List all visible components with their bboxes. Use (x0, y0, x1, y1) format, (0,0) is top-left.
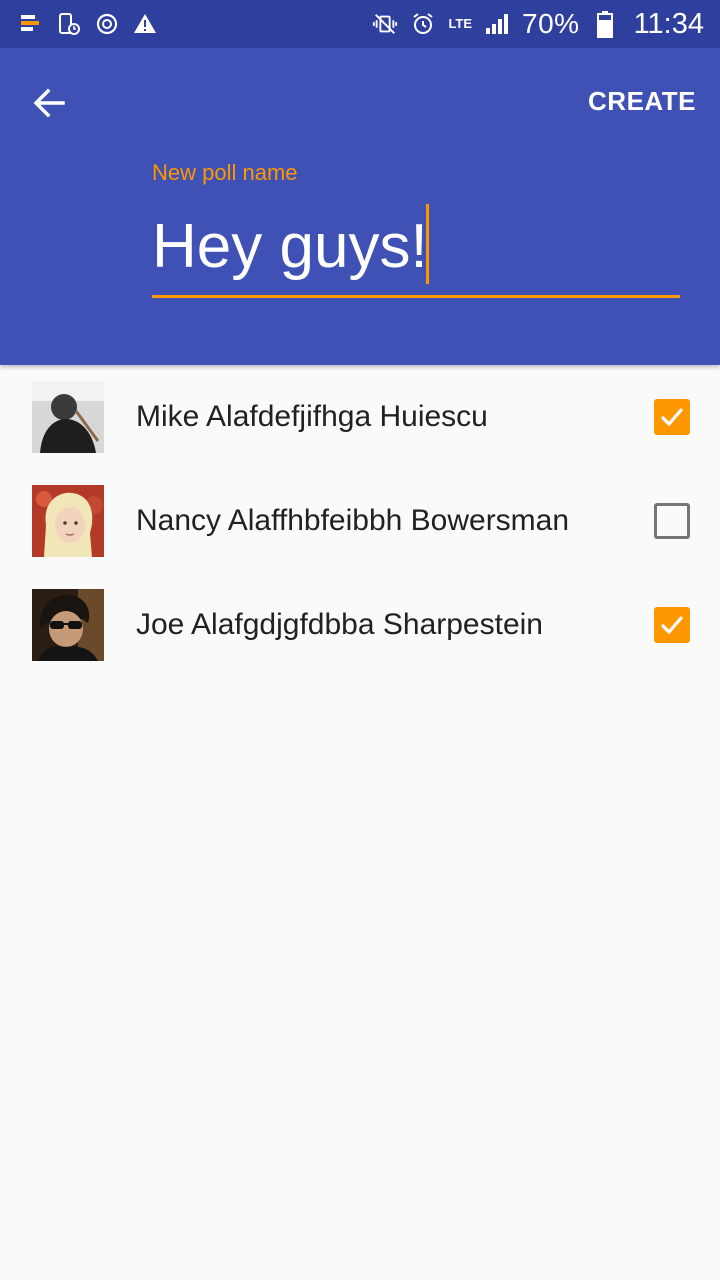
signal-icon (484, 11, 510, 37)
clock: 11:34 (633, 7, 704, 40)
contact-row-nancy[interactable]: Nancy Alaffhbfeibbh Bowersman (0, 469, 720, 573)
avatar (32, 589, 104, 661)
app-bar: CREATE New poll name (0, 48, 720, 365)
status-bar-left (18, 11, 158, 37)
status-bar: LTE 70% 11:34 (0, 0, 720, 48)
avatar (32, 381, 104, 453)
create-button[interactable]: CREATE (588, 86, 696, 117)
contact-list: Mike Alafdefjifhga Huiescu Nancy Alaffhb… (0, 365, 720, 677)
contact-checkbox[interactable] (654, 607, 690, 643)
contact-checkbox[interactable] (654, 503, 690, 539)
contact-row-mike[interactable]: Mike Alafdefjifhga Huiescu (0, 365, 720, 469)
alarm-icon (410, 11, 436, 37)
contact-name: Nancy Alaffhbfeibbh Bowersman (136, 504, 570, 537)
vibrate-mute-icon (372, 11, 398, 37)
contact-name: Mike Alafdefjifhga Huiescu (136, 400, 488, 433)
back-button[interactable] (22, 78, 76, 132)
battery-percent: 70% (522, 8, 580, 39)
poll-name-label: New poll name (152, 160, 298, 185)
warning-icon (132, 11, 158, 37)
status-bar-right: LTE 70% 11:34 (372, 8, 704, 41)
poll-name-input[interactable] (152, 198, 680, 294)
contact-name: Joe Alafgdjgfdbba Sharpestein (136, 608, 543, 641)
poll-name-field (152, 198, 680, 298)
lte-indicator: LTE (448, 16, 473, 31)
sync-icon (94, 11, 120, 37)
screen-timer-icon (56, 11, 82, 37)
arrow-left-icon (31, 85, 67, 126)
contact-checkbox[interactable] (654, 399, 690, 435)
contact-row-joe[interactable]: Joe Alafgdjgfdbba Sharpestein (0, 573, 720, 677)
text-cursor (426, 204, 429, 284)
app-icon (18, 11, 44, 37)
battery-icon (592, 11, 618, 38)
avatar (32, 485, 104, 557)
